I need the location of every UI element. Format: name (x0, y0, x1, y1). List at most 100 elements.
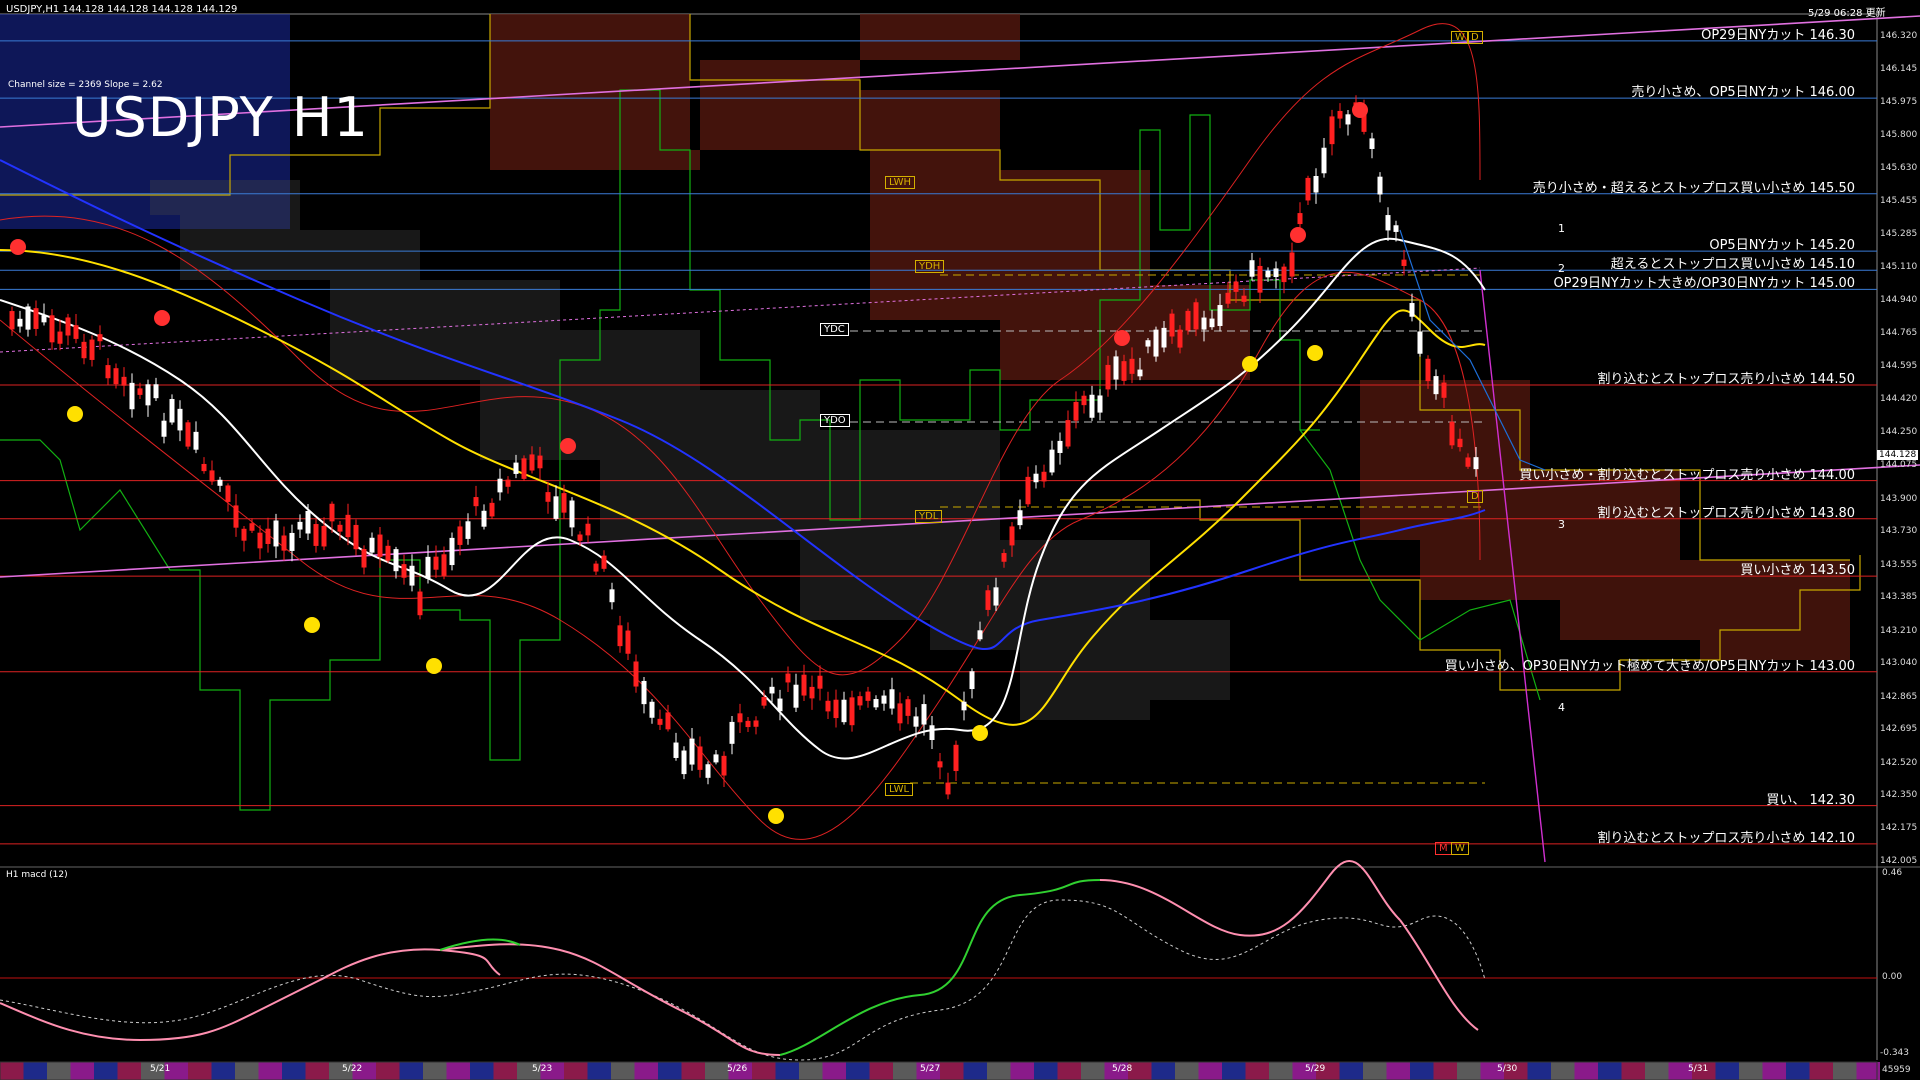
candle-body (553, 496, 559, 519)
candle-body (449, 537, 455, 566)
time-bar-segment (1551, 1062, 1575, 1080)
time-bar-segment (1786, 1062, 1810, 1080)
candle-body (1145, 340, 1151, 347)
date-label: 5/27 (920, 1064, 941, 1074)
candle-body (745, 720, 751, 728)
candle-body (1257, 265, 1263, 293)
candle-body (1273, 268, 1279, 277)
time-bar-segment (258, 1062, 282, 1080)
candle-body (497, 478, 503, 493)
candle-body (377, 534, 383, 557)
time-bar-segment (0, 1062, 24, 1080)
candle-body (473, 497, 479, 507)
candle-body (465, 521, 471, 539)
date-label: 5/26 (727, 1064, 748, 1074)
time-bar-segment (1269, 1062, 1293, 1080)
candle-body (945, 782, 951, 795)
candle-body (1201, 317, 1207, 330)
candle-body (433, 556, 439, 570)
candle-body (785, 673, 791, 683)
candle-body (1001, 553, 1007, 562)
marker-m-bottom: M (1435, 842, 1452, 855)
candle-body (1081, 395, 1087, 406)
marker-ydh: YDH (915, 260, 945, 273)
level-label: 割り込むとストップロス売り小さめ 142.10 (1597, 830, 1855, 846)
candle-body (1305, 177, 1311, 201)
date-label: 5/29 (1305, 1064, 1326, 1074)
time-bar-segment (846, 1062, 870, 1080)
time-bar-segment (493, 1062, 517, 1080)
candle-body (1401, 259, 1407, 266)
candle-body (681, 750, 687, 775)
candle-body (649, 701, 655, 718)
candle-body (425, 556, 431, 579)
candle-body (489, 502, 495, 517)
time-bar-segment (987, 1062, 1011, 1080)
price-chart[interactable] (0, 0, 1920, 1080)
candle-body (1297, 213, 1303, 225)
candle-body (1209, 318, 1215, 328)
price-tick-label: 143.555 (1880, 559, 1918, 570)
candle-body (1441, 382, 1447, 398)
candle-body (1097, 395, 1103, 413)
candle-body (297, 521, 303, 530)
candle-body (441, 554, 447, 576)
candle-body (385, 545, 391, 561)
candle-body (1113, 356, 1119, 380)
candle-body (761, 697, 767, 706)
candle-body (577, 534, 583, 541)
time-bar-segment (1433, 1062, 1457, 1080)
candle-body (1249, 260, 1255, 277)
level-label: OP5日NYカット 145.20 (1709, 238, 1855, 254)
candle-body (137, 388, 143, 395)
level-label: 売り小さめ・超えるとストップロス買い小さめ 145.50 (1532, 180, 1855, 196)
candle-body (273, 520, 279, 547)
candle-body (1233, 281, 1239, 292)
candle-body (1457, 438, 1463, 448)
candle-body (969, 671, 975, 690)
time-bar-segment (799, 1062, 823, 1080)
candle-body (97, 334, 103, 342)
candle-body (41, 315, 47, 323)
fractal-down-marker (1242, 356, 1258, 372)
candle-body (25, 306, 31, 330)
time-bar-segment (399, 1062, 423, 1080)
fractal-down-marker (1307, 345, 1323, 361)
candle-body (265, 528, 271, 544)
time-bar-segment (1222, 1062, 1246, 1080)
candle-body (889, 689, 895, 709)
candle-body (1385, 215, 1391, 231)
date-label: 5/28 (1112, 1064, 1133, 1074)
time-bar-segment (1598, 1062, 1622, 1080)
price-tick-label: 145.975 (1880, 96, 1918, 107)
candle-body (1129, 358, 1135, 374)
candle-body (809, 686, 815, 699)
candle-body (561, 493, 567, 513)
fractal-down-marker (972, 725, 988, 741)
price-tick-label: 142.865 (1880, 691, 1918, 702)
level-label: 売り小さめ、OP5日NYカット 146.00 (1631, 85, 1855, 101)
candle-body (937, 761, 943, 768)
wave-label-4: 4 (1558, 701, 1565, 714)
time-bar-segment (1151, 1062, 1175, 1080)
candle-body (457, 526, 463, 545)
fractal-down-marker (304, 617, 320, 633)
fractal-up-marker (1352, 102, 1368, 118)
price-tick-label: 144.420 (1880, 394, 1918, 405)
candle-body (625, 630, 631, 654)
time-bar-segment (893, 1062, 917, 1080)
candle-body (1265, 270, 1271, 278)
current-price-tag: 144.128 (1877, 450, 1919, 460)
price-tick-label: 145.285 (1880, 228, 1918, 239)
level-label: 買い小さめ、OP30日NYカット極めて大きめ/OP5日NYカット 143.00 (1444, 658, 1855, 674)
time-bar-segment (423, 1062, 447, 1080)
candle-body (657, 718, 663, 725)
candle-body (929, 725, 935, 740)
candle-body (817, 675, 823, 689)
candle-body (249, 523, 255, 531)
chart-window[interactable]: USDJPY,H1 144.128 144.128 144.128 144.12… (0, 0, 1920, 1080)
time-bar-segment (1339, 1062, 1363, 1080)
candle-body (1161, 327, 1167, 348)
time-bar-segment (1010, 1062, 1034, 1080)
time-bar-segment (1034, 1062, 1058, 1080)
